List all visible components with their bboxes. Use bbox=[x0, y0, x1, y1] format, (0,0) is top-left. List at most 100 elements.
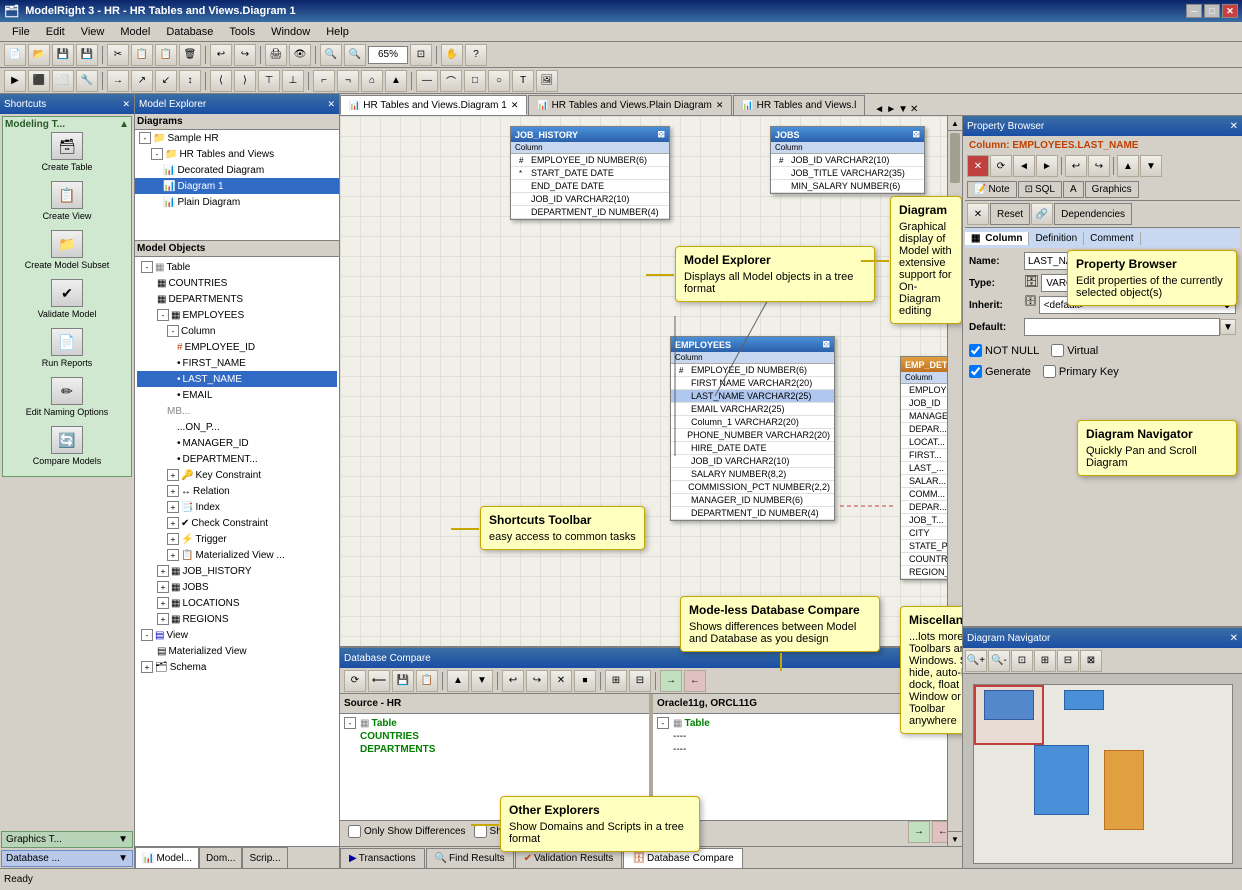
dbc-tgt-expand[interactable]: - bbox=[657, 717, 669, 729]
graphics-toolbar-btn[interactable]: Graphics T... ▼ bbox=[1, 831, 133, 848]
tb2-2[interactable]: ⬛ bbox=[28, 70, 50, 92]
manager-id-node[interactable]: • MANAGER_ID bbox=[137, 435, 337, 451]
close-btn[interactable]: ✕ bbox=[1222, 4, 1238, 18]
create-subset-shortcut[interactable]: 📁 Create Model Subset bbox=[25, 230, 110, 270]
pb-default-dropdown[interactable]: ▼ bbox=[1220, 319, 1236, 335]
job-history-table[interactable]: JOB_HISTORY ⊠ Column #EMPLOYEE_ID NUMBER… bbox=[510, 126, 670, 220]
dn-canvas[interactable] bbox=[963, 674, 1242, 868]
btab-transactions[interactable]: ▶ Transactions bbox=[340, 848, 425, 868]
pb-delete-btn[interactable]: ✕ bbox=[967, 155, 989, 177]
pb-next-btn[interactable]: ► bbox=[1036, 155, 1058, 177]
dbc-up[interactable]: ▲ bbox=[447, 670, 469, 692]
database-toolbar-btn[interactable]: Database ... ▼ bbox=[1, 850, 133, 867]
plain-diagram-node[interactable]: 📊 Plain Diagram bbox=[135, 194, 339, 210]
job-history-node[interactable]: + ▦ JOB_HISTORY bbox=[137, 563, 337, 579]
emp-id-node[interactable]: # EMPLOYEE_ID bbox=[137, 339, 337, 355]
schema-node[interactable]: + 🗂 Schema bbox=[137, 659, 337, 675]
employees-node[interactable]: - ▦ EMPLOYEES bbox=[137, 307, 337, 323]
dbc-tb2[interactable]: ⟵ bbox=[368, 670, 390, 692]
dn-fit[interactable]: ⊡ bbox=[1011, 650, 1033, 672]
maximize-btn[interactable]: □ bbox=[1204, 4, 1220, 18]
j-expand[interactable]: + bbox=[157, 581, 169, 593]
dbc-stop[interactable]: ⏹ bbox=[574, 670, 596, 692]
open-btn[interactable]: 📂 bbox=[28, 44, 50, 66]
tab-next[interactable]: ► bbox=[886, 104, 896, 115]
dbc-undo[interactable]: ↩ bbox=[502, 670, 524, 692]
email-node[interactable]: • EMAIL bbox=[137, 387, 337, 403]
pb-reset-icon[interactable]: ✕ bbox=[967, 203, 989, 225]
loc-expand[interactable]: + bbox=[157, 597, 169, 609]
zoom-in-btn[interactable]: 🔍 bbox=[320, 44, 342, 66]
menu-model[interactable]: Model bbox=[112, 24, 158, 40]
employees-expand[interactable]: - bbox=[157, 309, 169, 321]
dbc-right-arrow[interactable]: → bbox=[660, 670, 682, 692]
menu-database[interactable]: Database bbox=[158, 24, 221, 40]
pb-prev-btn[interactable]: ◄ bbox=[1013, 155, 1035, 177]
countries-node[interactable]: ▦ COUNTRIES bbox=[137, 275, 337, 291]
pb-col-tab-def[interactable]: Definition bbox=[1029, 232, 1084, 245]
tb2-13[interactable]: ⌐ bbox=[313, 70, 335, 92]
tb2-rect[interactable]: □ bbox=[464, 70, 486, 92]
tb2-text[interactable]: T bbox=[512, 70, 534, 92]
minimize-btn[interactable]: ─ bbox=[1186, 4, 1202, 18]
tb2-line[interactable]: — bbox=[416, 70, 438, 92]
scroll-v-down[interactable]: ▼ bbox=[948, 831, 962, 846]
modeling-section-header[interactable]: Modeling T... ▲ bbox=[5, 119, 129, 130]
hr-tv-expand[interactable]: - bbox=[151, 148, 163, 160]
new-btn[interactable]: 📄 bbox=[4, 44, 26, 66]
reports-shortcut[interactable]: 📄 Run Reports bbox=[42, 328, 93, 368]
trigger-node[interactable]: + ⚡ Trigger bbox=[137, 531, 337, 547]
dn-grid1[interactable]: ⊞ bbox=[1034, 650, 1056, 672]
pb-virtual-opt[interactable]: Virtual bbox=[1051, 344, 1098, 357]
pb-not-null-cb[interactable] bbox=[969, 344, 982, 357]
tb2-5[interactable]: → bbox=[107, 70, 129, 92]
menu-help[interactable]: Help bbox=[318, 24, 357, 40]
naming-shortcut[interactable]: ✏ Edit Naming Options bbox=[26, 377, 109, 417]
table-expand[interactable]: - bbox=[141, 261, 153, 273]
menu-view[interactable]: View bbox=[73, 24, 113, 40]
regions-node[interactable]: + ▦ REGIONS bbox=[137, 611, 337, 627]
check-constraint-node[interactable]: + ✔ Check Constraint bbox=[137, 515, 337, 531]
rel-expand[interactable]: + bbox=[167, 485, 179, 497]
dbc-left-arrow[interactable]: ← bbox=[684, 670, 706, 692]
dn-grid2[interactable]: ⊟ bbox=[1057, 650, 1079, 672]
dn-grid3[interactable]: ⊠ bbox=[1080, 650, 1102, 672]
compare-shortcut[interactable]: 🔄 Compare Models bbox=[33, 426, 102, 466]
tab-hr[interactable]: 📊 HR Tables and Views.l bbox=[733, 95, 865, 115]
validate-shortcut[interactable]: ✔ Validate Model bbox=[38, 279, 97, 319]
scroll-v-thumb[interactable] bbox=[950, 133, 960, 183]
me-close-btn[interactable]: ✕ bbox=[327, 99, 335, 110]
zoom-fit-btn[interactable]: ⊡ bbox=[410, 44, 432, 66]
pb-pk-cb[interactable] bbox=[1043, 365, 1056, 378]
mb-node[interactable]: MB... bbox=[137, 403, 337, 419]
dn-zoom-out[interactable]: 🔍- bbox=[988, 650, 1010, 672]
view-group[interactable]: - ▤ View bbox=[137, 627, 337, 643]
menu-file[interactable]: File bbox=[4, 24, 38, 40]
dn-zoom-in[interactable]: 🔍+ bbox=[965, 650, 987, 672]
tb2-10[interactable]: ⟩ bbox=[234, 70, 256, 92]
tb2-9[interactable]: ⟨ bbox=[210, 70, 232, 92]
dbc-only-diff-opt[interactable]: Only Show Differences bbox=[348, 825, 466, 838]
pb-pk-opt[interactable]: Primary Key bbox=[1043, 365, 1119, 378]
table-group[interactable]: - ▦ Table bbox=[137, 259, 337, 275]
idx-expand[interactable]: + bbox=[167, 501, 179, 513]
dn-close-icon[interactable]: ✕ bbox=[1230, 633, 1238, 644]
tab-diagram1[interactable]: 📊 HR Tables and Views.Diagram 1 ✕ bbox=[340, 95, 527, 115]
decorated-diagram-node[interactable]: 📊 Decorated Diagram bbox=[135, 162, 339, 178]
paste-btn[interactable]: 📋 bbox=[155, 44, 177, 66]
tb2-11[interactable]: ⊤ bbox=[258, 70, 280, 92]
pb-virtual-cb[interactable] bbox=[1051, 344, 1064, 357]
tb2-ellipse[interactable]: ○ bbox=[488, 70, 510, 92]
dbc-dn[interactable]: ▼ bbox=[471, 670, 493, 692]
pb-tab-note[interactable]: 📝 Note bbox=[967, 181, 1017, 198]
col-expand[interactable]: - bbox=[167, 325, 179, 337]
me-tab-dom[interactable]: Dom... bbox=[199, 847, 242, 868]
dbc-redo[interactable]: ↪ bbox=[526, 670, 548, 692]
dbc-grid[interactable]: ⊞ bbox=[605, 670, 627, 692]
dbc-show-deps-cb[interactable] bbox=[474, 825, 487, 838]
me-tab-model[interactable]: 📊 Model... bbox=[135, 847, 199, 868]
copy-btn[interactable]: 📋 bbox=[131, 44, 153, 66]
dn-viewport[interactable] bbox=[974, 685, 1044, 745]
menu-edit[interactable]: Edit bbox=[38, 24, 73, 40]
pb-up-btn[interactable]: ▲ bbox=[1117, 155, 1139, 177]
